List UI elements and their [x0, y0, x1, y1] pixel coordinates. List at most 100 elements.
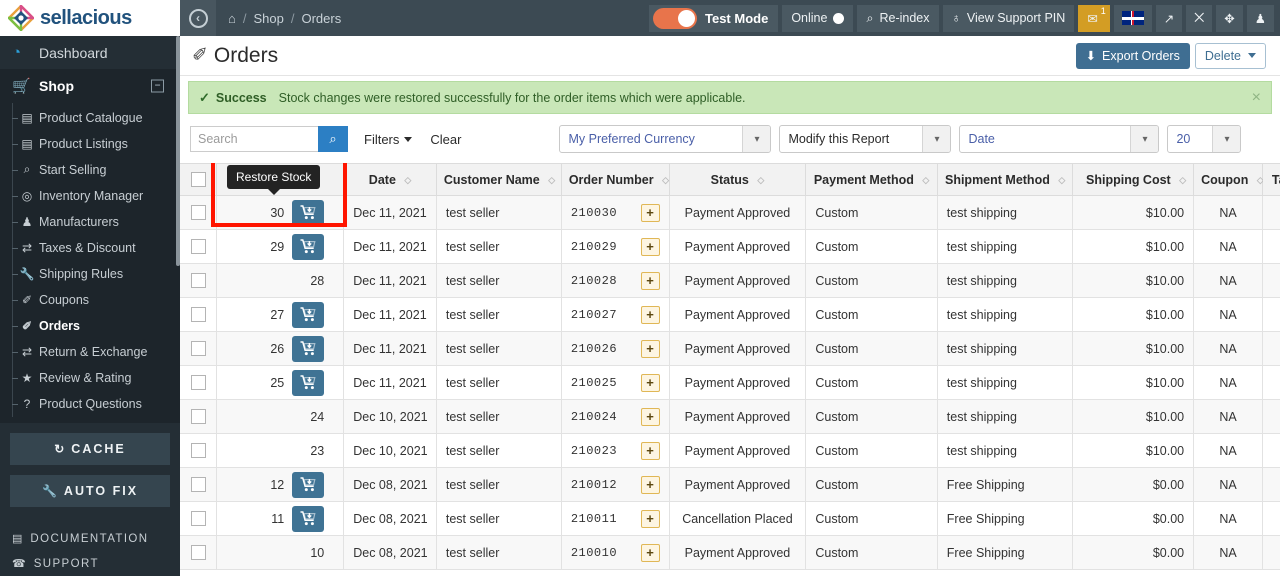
header-customer-name[interactable]: Customer Name ◇	[436, 163, 562, 196]
table-row[interactable]: 24 Dec 10, 2021 test seller 210024 + Payment …	[180, 399, 1280, 434]
sidebar-link-support[interactable]: ☎ SUPPORT	[0, 551, 180, 576]
expand-order-button[interactable]: +	[640, 543, 660, 562]
header-coupon[interactable]: Coupon ◇	[1193, 163, 1264, 196]
header-status[interactable]: Status ◇	[669, 163, 807, 196]
home-icon[interactable]: ⌂	[228, 11, 236, 26]
restore-stock-button[interactable]	[292, 233, 325, 260]
language-button[interactable]	[1113, 4, 1152, 32]
reindex-button[interactable]: ⌕ Re-index	[857, 4, 939, 32]
sidebar-item-shop[interactable]: 🛒 Shop −	[0, 69, 180, 103]
sidebar-item-manufacturers[interactable]: ♟ Manufacturers	[0, 209, 180, 235]
restore-stock-button[interactable]	[292, 301, 325, 328]
clear-filters-link[interactable]: Clear	[430, 132, 461, 147]
chevron-down-icon[interactable]: ▾	[742, 126, 771, 152]
row-checkbox[interactable]	[190, 341, 206, 357]
expand-order-button[interactable]: +	[640, 339, 660, 358]
joomla-button[interactable]: ⨉	[1186, 4, 1213, 32]
row-checkbox[interactable]	[190, 477, 206, 493]
fullscreen-button[interactable]: ✥	[1216, 4, 1243, 32]
header-shipping-cost[interactable]: Shipping Cost ◇	[1072, 163, 1195, 196]
sidebar-item-coupons[interactable]: ✐ Coupons	[0, 287, 180, 313]
header-shipment-method[interactable]: Shipment Method ◇	[937, 163, 1074, 196]
restore-stock-button[interactable]	[292, 199, 325, 226]
chevron-down-icon[interactable]: ▾	[922, 126, 951, 152]
online-status-button[interactable]: Online	[782, 4, 854, 32]
expand-order-button[interactable]: +	[640, 373, 660, 392]
table-row[interactable]: 11 Dec 08, 2021 test seller 210011 + Cancella…	[180, 501, 1280, 536]
restore-stock-button[interactable]	[292, 369, 325, 396]
search-input[interactable]	[190, 126, 318, 152]
currency-select[interactable]: My Preferred Currency ▾	[559, 125, 772, 153]
expand-order-button[interactable]: +	[640, 509, 660, 528]
export-orders-button[interactable]: ⬇ Export Orders	[1075, 42, 1190, 69]
table-row[interactable]: 29 Dec 11, 2021 test seller 210029 + Payment …	[180, 229, 1280, 264]
sidebar-item-product-catalogue[interactable]: ▤ Product Catalogue	[0, 105, 180, 131]
restore-stock-button[interactable]	[292, 505, 325, 532]
sidebar-item-inventory-manager[interactable]: ◎ Inventory Manager	[0, 183, 180, 209]
messages-button[interactable]: ✉ 1	[1078, 4, 1110, 32]
breadcrumb-item-orders[interactable]: Orders	[301, 11, 341, 26]
select-all-checkbox[interactable]	[190, 172, 206, 188]
search-button[interactable]: ⌕	[318, 126, 348, 152]
sidebar-item-orders[interactable]: ✐ Orders	[0, 313, 180, 339]
row-checkbox[interactable]	[190, 375, 206, 391]
expand-order-button[interactable]: +	[640, 441, 660, 460]
report-select[interactable]: Modify this Report ▾	[779, 125, 952, 153]
collapse-shop-icon[interactable]: −	[151, 79, 164, 93]
test-mode-toggle[interactable]: Test Mode	[648, 4, 779, 32]
row-checkbox[interactable]	[190, 273, 206, 289]
shipment-method-cell: Free Shipping	[937, 467, 1074, 502]
breadcrumb-item-shop[interactable]: Shop	[253, 11, 283, 26]
brand-logo-area[interactable]: sellacious	[0, 0, 180, 36]
expand-order-button[interactable]: +	[640, 271, 660, 290]
expand-order-button[interactable]: +	[640, 237, 660, 256]
close-icon[interactable]: ×	[1252, 89, 1261, 106]
user-menu-button[interactable]: ♟	[1246, 4, 1274, 32]
row-checkbox[interactable]	[190, 239, 206, 255]
sidebar-item-dashboard[interactable]: ◔ Dashboard	[0, 36, 180, 69]
chevron-down-icon[interactable]: ▾	[1130, 126, 1159, 152]
table-row[interactable]: 26 Dec 11, 2021 test seller 210026 + Payment …	[180, 331, 1280, 366]
table-row[interactable]: 23 Dec 10, 2021 test seller 210023 + Payment …	[180, 433, 1280, 468]
sidebar-item-product-questions[interactable]: ? Product Questions	[0, 391, 180, 417]
table-row[interactable]: 10 Dec 08, 2021 test seller 210010 + Payment …	[180, 535, 1280, 570]
table-row[interactable]: 27 Dec 11, 2021 test seller 210027 + Payment …	[180, 297, 1280, 332]
table-row[interactable]: 25 Dec 11, 2021 test seller 210025 + Payment …	[180, 365, 1280, 400]
page-limit-select[interactable]: 20 ▾	[1167, 125, 1242, 153]
back-button[interactable]: ‹	[180, 0, 216, 36]
cache-button[interactable]: ↻ CACHE	[10, 432, 170, 465]
row-checkbox[interactable]	[190, 409, 206, 425]
sidebar-item-review-rating[interactable]: ★ Review & Rating	[0, 365, 180, 391]
header-order-number[interactable]: Order Number ◇	[561, 163, 670, 196]
sidebar-item-product-listings[interactable]: ▤ Product Listings	[0, 131, 180, 157]
header-taxes[interactable]: Taxes ◇	[1262, 163, 1280, 196]
row-checkbox[interactable]	[190, 443, 206, 459]
expand-order-button[interactable]: +	[640, 407, 660, 426]
sidebar-link-documentation[interactable]: ▤ DOCUMENTATION	[0, 527, 180, 552]
row-checkbox[interactable]	[190, 205, 206, 221]
row-checkbox[interactable]	[190, 545, 206, 561]
sidebar-item-start-selling[interactable]: ⌕ Start Selling	[0, 157, 180, 183]
sort-select[interactable]: Date ▾	[959, 125, 1160, 153]
auto-fix-button[interactable]: 🔧 AUTO FIX	[10, 474, 170, 507]
table-row[interactable]: 30 Dec 11, 2021 test seller 210030 + Payment …	[180, 195, 1280, 230]
open-site-button[interactable]: ↗	[1155, 4, 1183, 32]
expand-order-button[interactable]: +	[640, 305, 660, 324]
sidebar-item-return-exchange[interactable]: ⇄ Return & Exchange	[0, 339, 180, 365]
table-row[interactable]: 12 Dec 08, 2021 test seller 210012 + Payment …	[180, 467, 1280, 502]
expand-order-button[interactable]: +	[640, 475, 660, 494]
row-checkbox[interactable]	[190, 511, 206, 527]
filters-dropdown[interactable]: Filters	[364, 132, 413, 147]
row-checkbox[interactable]	[190, 307, 206, 323]
restore-stock-button[interactable]	[292, 471, 325, 498]
sidebar-item-shipping-rules[interactable]: 🔧 Shipping Rules	[0, 261, 180, 287]
view-support-pin-button[interactable]: ♁ View Support PIN	[942, 4, 1075, 32]
delete-button[interactable]: Delete	[1194, 42, 1266, 69]
sidebar-item-taxes-discount[interactable]: ⇄ Taxes & Discount	[0, 235, 180, 261]
header-payment-method[interactable]: Payment Method ◇	[805, 163, 938, 196]
restore-stock-button[interactable]	[292, 335, 325, 362]
header-date[interactable]: Date ◇	[343, 163, 437, 196]
expand-order-button[interactable]: +	[640, 203, 660, 222]
table-row[interactable]: 28 Dec 11, 2021 test seller 210028 + Payment …	[180, 263, 1280, 298]
chevron-down-icon[interactable]: ▾	[1212, 126, 1241, 152]
